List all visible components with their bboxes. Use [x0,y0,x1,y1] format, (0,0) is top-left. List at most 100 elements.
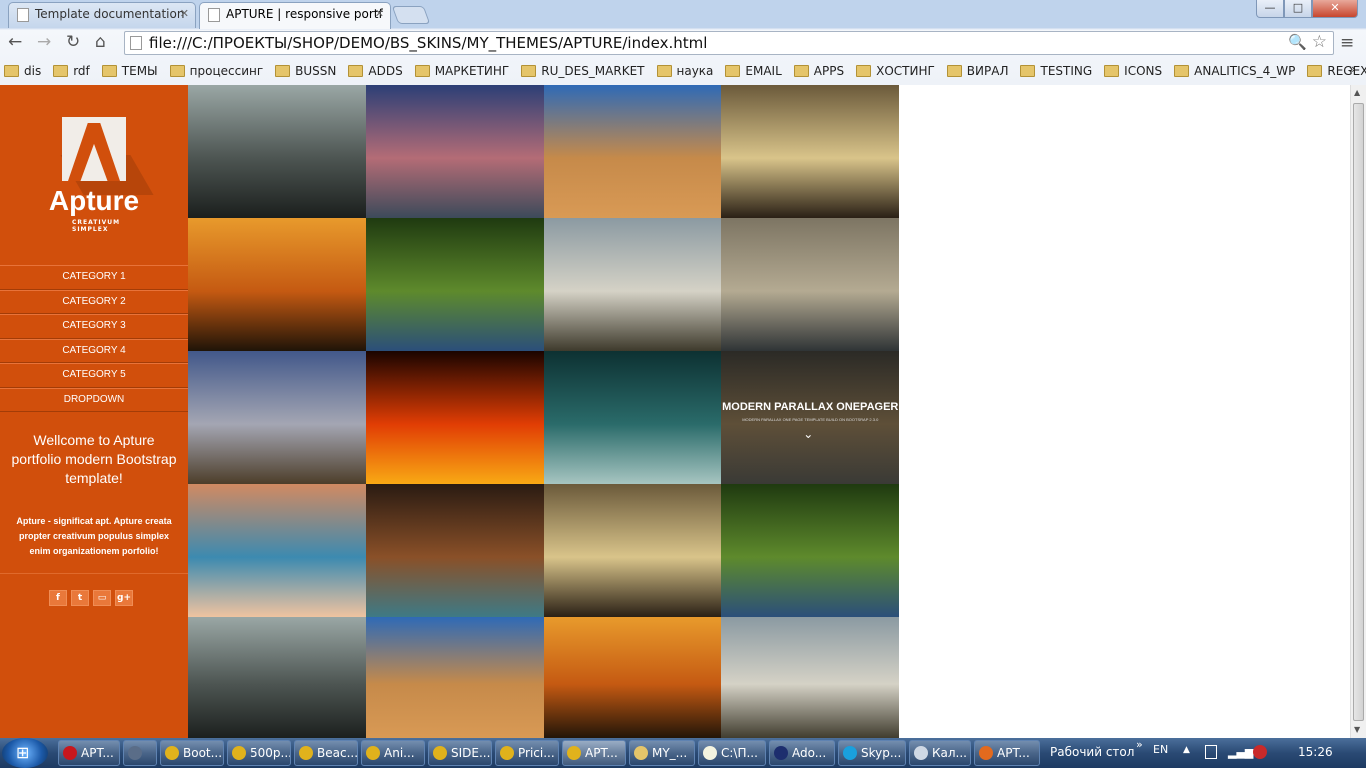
gallery-image-river-valley[interactable] [543,218,722,351]
gallery-image-boats-sunburst-2[interactable] [543,484,722,617]
category-link-1[interactable]: CATEGORY 1 [0,265,188,290]
gallery-image-stormy-coast[interactable] [721,218,900,351]
bookmark-2[interactable]: ТЕМЫ [101,64,158,78]
bookmark-star-icon[interactable]: ☆ [1312,32,1327,52]
bookmark-label: APPS [813,64,845,78]
close-tab-icon[interactable]: ✕ [180,7,189,20]
close-window-button[interactable]: ✕ [1312,0,1358,18]
bookmark-8[interactable]: наука [656,64,713,78]
taskbar-item-7[interactable]: Prici... [495,740,559,766]
bookmark-15[interactable]: ANALITICS_4_WP [1174,64,1295,78]
taskbar-item-8[interactable]: APT... [562,740,626,766]
tab-template-documentation[interactable]: Template documentation ✕ [8,2,196,28]
category-link-6[interactable]: DROPDOWN [0,387,188,412]
bookmark-16[interactable]: REGEXP [1307,64,1366,78]
taskbar-item-1[interactable] [123,740,157,766]
close-tab-icon[interactable]: ✕ [375,7,384,20]
gallery-image-seagulls-motion[interactable] [365,218,544,351]
minimize-button[interactable]: — [1256,0,1284,18]
category-link-4[interactable]: CATEGORY 4 [0,338,188,363]
bookmark-3[interactable]: процессинг [169,64,264,78]
bookmark-label: процессинг [189,64,264,78]
reload-icon[interactable]: ↻ [66,32,80,52]
gallery-image-rocky-coast-sunset[interactable] [365,85,544,218]
bookmark-11[interactable]: ХОСТИНГ [856,64,935,78]
google-plus-icon[interactable]: g+ [115,590,133,606]
taskbar-item-2[interactable]: Boot... [160,740,224,766]
flickr-icon[interactable]: ▭ [93,590,111,606]
taskbar-item-12[interactable]: Skyp... [838,740,906,766]
category-link-2[interactable]: CATEGORY 2 [0,289,188,314]
gallery-image-beach-reflection[interactable] [188,85,366,218]
bookmarks-more-icon[interactable]: » [1349,62,1356,76]
folder-icon [856,65,872,77]
logo[interactable]: Apture CREATIVUM SIMPLEX [42,113,154,233]
taskbar-item-10[interactable]: C:\П... [698,740,766,766]
start-button[interactable]: ⊞ [2,738,48,768]
zoom-icon[interactable]: 🔍 [1288,33,1307,51]
bookmark-4[interactable]: BUSSN [275,64,336,78]
gallery-image-lake-clouds[interactable] [188,351,366,484]
tray-arrow-icon[interactable]: ▲ [1183,745,1190,755]
twitter-icon[interactable]: t [71,590,89,606]
taskbar-item-13[interactable]: Кал... [909,740,971,766]
scroll-up-icon[interactable]: ▲ [1354,88,1360,97]
volume-muted-icon[interactable] [1253,745,1267,759]
new-tab-button[interactable] [391,6,431,24]
scroll-down-icon[interactable]: ▼ [1354,725,1360,734]
app-icon [703,746,717,760]
back-icon[interactable]: ← [8,32,22,52]
signal-icon[interactable]: ▂▄▆ [1228,746,1253,759]
category-link-5[interactable]: CATEGORY 5 [0,363,188,388]
maximize-button[interactable]: □ [1284,0,1312,18]
bookmark-5[interactable]: ADDS [348,64,403,78]
gallery-image-cave-rock[interactable] [365,484,544,617]
gallery-image-seagulls-motion-2[interactable] [721,484,900,617]
taskbar-item-0[interactable]: APT... [58,740,120,766]
gallery-image-river-valley-2[interactable] [721,617,900,739]
bookmark-9[interactable]: EMAIL [725,64,782,78]
usb-icon[interactable] [1205,745,1217,759]
taskbar-item-3[interactable]: 500p... [227,740,291,766]
address-bar[interactable]: file:///C:/ПРОЕКТЫ/SHOP/DEMO/BS_SKINS/MY… [124,31,1334,55]
bookmark-label: ТЕМЫ [121,64,158,78]
taskbar-item-4[interactable]: Beac... [294,740,358,766]
gallery-image-beach-reflection-2[interactable] [188,617,366,739]
category-link-3[interactable]: CATEGORY 3 [0,314,188,339]
gallery-image-boats-sunburst[interactable] [721,85,900,218]
taskbar-item-5[interactable]: Ani... [361,740,425,766]
desktop-toolbar[interactable]: Рабочий стол [1050,745,1134,759]
bookmark-12[interactable]: ВИРАЛ [946,64,1008,78]
taskbar-item-6[interactable]: SIDE... [428,740,492,766]
gallery-image-subway-tunnel[interactable] [543,351,722,484]
app-icon [232,746,246,760]
bookmark-6[interactable]: МАРКЕТИНГ [414,64,509,78]
clock[interactable]: 15:26 [1298,745,1333,759]
gallery-image-parallax-template[interactable]: MODERN PARALLAX ONEPAGER MODERN PARALLAX … [721,351,900,484]
scrollbar[interactable]: ▲ ▼ [1350,85,1366,738]
bookmark-10[interactable]: APPS [793,64,845,78]
bookmark-13[interactable]: TESTING [1020,64,1092,78]
description-text: Apture - significat apt. Apture creata p… [16,516,172,556]
gallery-image-solar-surface[interactable] [365,351,544,484]
home-icon[interactable]: ⌂ [95,32,106,52]
bookmark-7[interactable]: RU_DES_MARKET [521,64,645,78]
app-icon [843,746,857,760]
bookmark-0[interactable]: dis [4,64,41,78]
forward-icon[interactable]: → [37,32,51,52]
gallery-image-mountain-sunset-2[interactable] [543,617,722,739]
bookmark-14[interactable]: ICONS [1104,64,1162,78]
scrollbar-thumb[interactable] [1353,103,1364,721]
gallery-image-desert-dune-2[interactable] [365,617,544,739]
taskbar-item-14[interactable]: APT... [974,740,1040,766]
gallery-image-canyon-stones[interactable] [188,484,366,617]
taskbar-item-9[interactable]: MY_... [629,740,695,766]
gallery-image-desert-dune[interactable] [543,85,722,218]
tab-apture[interactable]: APTURE | responsive portf ✕ [199,2,391,29]
gallery-image-mountain-sunset[interactable] [188,218,366,351]
bookmark-1[interactable]: rdf [53,64,90,78]
language-indicator[interactable]: EN [1153,743,1168,756]
facebook-icon[interactable]: f [49,590,67,606]
taskbar-item-11[interactable]: Ado... [769,740,835,766]
menu-icon[interactable]: ≡ [1340,33,1354,53]
